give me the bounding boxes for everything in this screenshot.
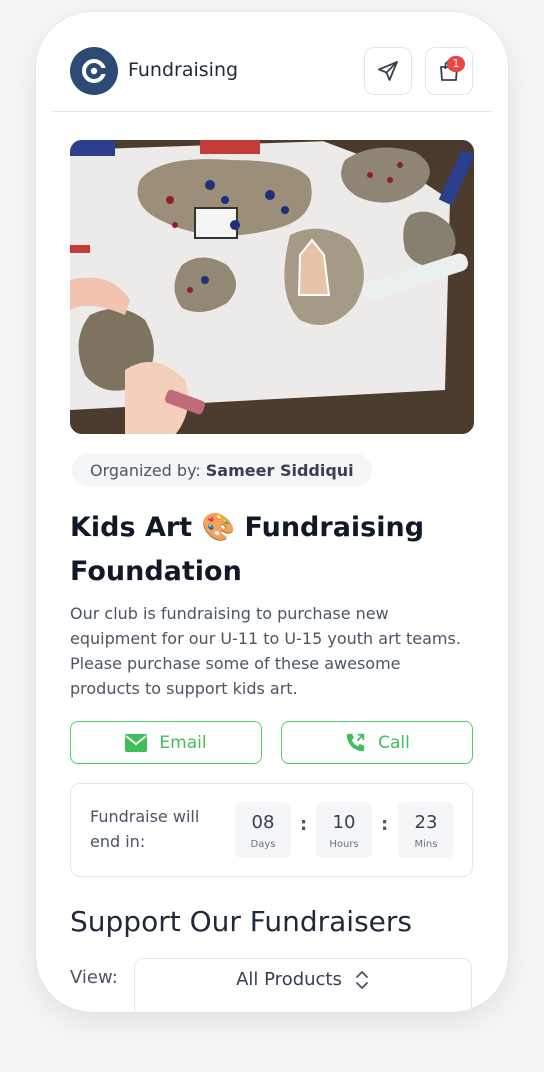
header-divider (52, 111, 492, 112)
send-button[interactable] (364, 47, 412, 95)
email-label: Email (159, 732, 207, 753)
countdown-separator: : (381, 814, 389, 835)
call-button[interactable]: Call (281, 721, 473, 764)
mail-icon (125, 733, 148, 752)
view-select-value: All Products (236, 969, 342, 990)
countdown-hours: 10 Hours (316, 802, 372, 858)
email-button[interactable]: Email (70, 721, 262, 764)
chevron-up-down-icon (355, 971, 368, 989)
countdown-mins-value: 23 (414, 812, 438, 833)
view-label: View: (70, 967, 118, 988)
phone-outgoing-icon (346, 733, 365, 751)
organizer-label: Organized by: (90, 460, 201, 480)
countdown-mins: 23 Mins (398, 802, 454, 858)
hero-image (70, 140, 474, 434)
app-header: Fundraising 1 (36, 12, 508, 112)
countdown-label: Fundraise will end in: (90, 807, 200, 851)
organizer-name[interactable]: Sameer Siddiqui (206, 461, 354, 480)
countdown-days-caption: Days (250, 839, 276, 850)
cart-button[interactable]: 1 (425, 47, 473, 95)
section-title: Support Our Fundraisers (70, 905, 412, 938)
countdown-days-value: 08 (251, 812, 275, 833)
phone-frame: Fundraising 1 Organized by: Sameer Siddi… (36, 12, 508, 1012)
call-label: Call (378, 732, 410, 753)
countdown-mins-caption: Mins (414, 839, 438, 850)
app-title: Fundraising (128, 59, 239, 81)
send-icon (378, 61, 398, 81)
view-select[interactable]: All Products (134, 958, 472, 1012)
countdown-separator: : (300, 814, 308, 835)
countdown-hours-caption: Hours (329, 839, 359, 850)
countdown-card: Fundraise will end in: 08 Days : 10 Hour… (70, 783, 473, 877)
cart-badge: 1 (447, 56, 465, 72)
countdown-days: 08 Days (235, 802, 291, 858)
organizer-pill: Organized by: Sameer Siddiqui (72, 453, 372, 487)
logo-c-icon[interactable] (70, 47, 118, 95)
fundraiser-title: Kids Art 🎨 Fundraising Foundation (70, 512, 425, 587)
fundraiser-description: Our club is fundraising to purchase new … (70, 604, 461, 698)
countdown-hours-value: 10 (332, 812, 356, 833)
